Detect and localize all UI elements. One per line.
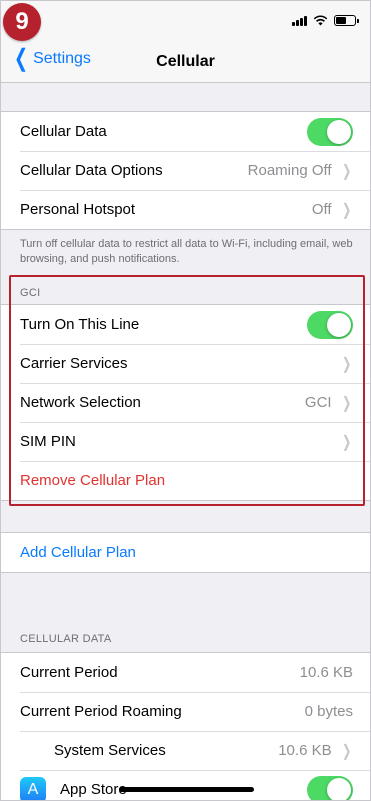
add-plan-group: Add Cellular Plan [1,532,370,573]
gci-section-header: GCI [20,287,41,299]
row-label: Network Selection [20,394,141,411]
row-value: 10.6 KB [278,742,332,759]
row-label: Personal Hotspot [20,201,136,218]
navigation-bar: ❮ Settings Cellular [1,39,370,83]
remove-cellular-plan-button[interactable]: Remove Cellular Plan [20,472,353,489]
chevron-right-icon: ❯ [341,394,351,412]
system-services-row[interactable]: System Services 10.6 KB ❯ [1,731,370,770]
chevron-right-icon: ❯ [341,201,351,219]
gci-line-group: Turn On This Line Carrier Services ❯ Net… [1,304,370,501]
chevron-right-icon: ❯ [341,355,351,373]
chevron-right-icon: ❯ [341,433,351,451]
home-indicator[interactable] [119,787,254,792]
app-store-icon: A [20,776,46,800]
app-store-row: A App Store [1,770,370,800]
sim-pin-row[interactable]: SIM PIN ❯ [1,422,370,461]
turn-on-line-row: Turn On This Line [1,305,370,344]
row-label: SIM PIN [20,433,76,450]
row-label: System Services [54,742,166,759]
cellular-data-footnote: Turn off cellular data to restrict all d… [20,238,353,265]
settings-screen: 9 ❮ Settings Cellular Cellular Data Cell… [0,0,371,801]
row-label: Cellular Data [20,123,107,140]
cellular-data-section-header: CELLULAR DATA [20,633,112,645]
remove-cellular-plan-row[interactable]: Remove Cellular Plan [1,461,370,500]
cellular-data-usage-group: Current Period 10.6 KB Current Period Ro… [1,652,370,800]
row-value: Off [311,201,332,218]
chevron-right-icon: ❯ [341,742,351,760]
carrier-services-row[interactable]: Carrier Services ❯ [1,344,370,383]
current-period-roaming-row: Current Period Roaming 0 bytes [1,692,370,731]
cellular-data-options-row[interactable]: Cellular Data Options Roaming Off ❯ [1,151,370,190]
step-number-badge: 9 [3,3,41,41]
row-label: Turn On This Line [20,316,140,333]
cellular-data-row: Cellular Data [1,112,370,151]
row-label: Cellular Data Options [20,162,163,179]
row-label: Current Period Roaming [20,703,182,720]
row-value: 0 bytes [304,703,353,720]
row-label: Current Period [20,664,118,681]
row-label: Carrier Services [20,355,128,372]
row-value: GCI [304,394,332,411]
row-value: 10.6 KB [299,664,353,681]
page-title: Cellular [156,53,215,70]
signal-strength-icon [292,15,307,26]
network-selection-row[interactable]: Network Selection GCI ❯ [1,383,370,422]
status-icons [292,15,359,26]
add-cellular-plan-button[interactable]: Add Cellular Plan [20,544,353,561]
current-period-row: Current Period 10.6 KB [1,653,370,692]
battery-icon [334,15,359,26]
cellular-data-toggle[interactable] [307,117,353,146]
personal-hotspot-row[interactable]: Personal Hotspot Off ❯ [1,190,370,229]
cellular-settings-group: Cellular Data Cellular Data Options Roam… [1,111,370,230]
status-bar [1,1,370,39]
chevron-right-icon: ❯ [341,162,351,180]
turn-on-line-toggle[interactable] [307,310,353,339]
wifi-icon [313,15,328,26]
add-cellular-plan-row[interactable]: Add Cellular Plan [1,533,370,572]
row-value: Roaming Off [247,162,332,179]
app-store-toggle[interactable] [307,775,353,800]
